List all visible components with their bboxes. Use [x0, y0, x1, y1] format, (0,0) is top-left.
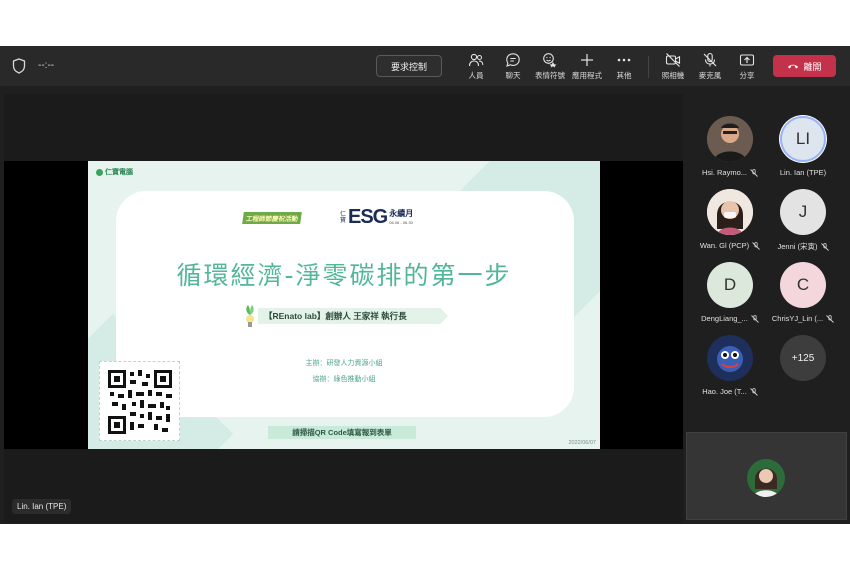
self-view[interactable] — [686, 432, 847, 520]
avatar: D — [707, 262, 753, 308]
avatar-photo — [707, 116, 753, 162]
people-button[interactable]: 人員 — [456, 51, 496, 83]
company-logo-text: 仁寶電腦 — [105, 169, 133, 176]
qr-code-icon — [108, 370, 172, 434]
participant-tile[interactable]: Wan. Gl (PCP) — [698, 189, 762, 250]
esg-mark: ESG — [348, 206, 388, 228]
speaker-banner: 【REnato lab】創辦人 王家祥 執行長 — [258, 308, 448, 324]
people-icon — [468, 53, 484, 67]
people-label: 人員 — [468, 71, 484, 80]
share-button[interactable]: 分享 — [727, 51, 767, 83]
request-control-button[interactable]: 要求控制 — [376, 55, 442, 77]
participant-name: Hao. Joe (T... — [702, 387, 747, 396]
participant-tile[interactable]: LI Lin. Ian (TPE) — [771, 116, 835, 177]
mic-off-icon — [752, 241, 760, 250]
participant-name: ChrisYJ_Lin (... — [771, 314, 824, 323]
participant-name: Wan. Gl (PCP) — [699, 241, 750, 250]
participant-name: Lin. Ian (TPE) — [779, 168, 827, 177]
share-icon — [739, 54, 755, 66]
leave-label: 離開 — [803, 61, 822, 72]
participant-tile[interactable]: J Jenni (宋寅) — [771, 189, 835, 252]
stage-area: 仁寶電腦 工程師節慶祝活動 仁寶 ESG 永續月 06.06 - 06.30 循… — [4, 94, 683, 523]
avatar-initials: C — [796, 275, 810, 294]
mic-off-icon — [749, 387, 758, 396]
self-avatar — [747, 459, 785, 497]
leave-button[interactable]: 離開 — [773, 55, 836, 77]
avatar-photo — [707, 189, 753, 235]
camera-off-icon — [665, 53, 681, 67]
meeting-window: --:-- 要求控制 人員 聊天 表情符號 應用程式 其他 照相機 麥克風 分享… — [0, 46, 850, 524]
camera-label: 照相機 — [661, 71, 685, 80]
share-label: 分享 — [739, 71, 755, 80]
avatar-initials: J — [798, 202, 808, 221]
avatar: LI — [780, 116, 826, 162]
participant-name: DengLiang_... — [701, 314, 748, 323]
avatar — [707, 335, 753, 381]
mic-button[interactable]: 麥克風 — [690, 51, 730, 83]
avatar — [707, 189, 753, 235]
reactions-icon — [543, 53, 557, 68]
overflow-count-text: +125 — [791, 352, 815, 364]
meeting-toolbar: --:-- 要求控制 人員 聊天 表情符號 應用程式 其他 照相機 麥克風 分享… — [0, 46, 850, 86]
participant-tile[interactable]: D DengLiang_... — [698, 262, 762, 323]
event-badge: 工程師節慶祝活動 — [242, 212, 302, 224]
slide-date: 2022/06/07 — [568, 440, 596, 446]
qr-code — [99, 361, 180, 441]
overflow-count: +125 — [780, 335, 826, 381]
more-label: 其他 — [616, 71, 632, 80]
reactions-button[interactable]: 表情符號 — [530, 51, 570, 83]
reactions-label: 表情符號 — [535, 71, 565, 80]
mic-off-icon — [703, 52, 717, 67]
participant-name: Jenni (宋寅) — [777, 242, 818, 251]
presentation-slide: 仁寶電腦 工程師節慶祝活動 仁寶 ESG 永續月 06.06 - 06.30 循… — [88, 161, 600, 449]
mic-off-icon — [751, 314, 759, 323]
lightbulb-icon — [246, 305, 254, 327]
presenter-name-tag: Lin. Ian (TPE) — [12, 499, 72, 514]
shield-icon — [12, 58, 26, 74]
esg-prefix: 仁寶 — [340, 211, 347, 224]
avatar: C — [780, 262, 826, 308]
logo-mark-icon — [96, 168, 103, 176]
company-logo: 仁寶電腦 — [96, 167, 133, 177]
mic-label: 麥克風 — [698, 71, 722, 80]
qr-prompt-banner: 請掃描QR Code填寫報到表單 — [268, 426, 416, 439]
esg-logo: 仁寶 ESG 永續月 06.06 - 06.30 — [340, 206, 413, 229]
participant-tile[interactable]: C ChrisYJ_Lin (... — [771, 262, 835, 323]
more-participants-tile[interactable]: +125 — [771, 335, 835, 381]
apps-label: 應用程式 — [572, 71, 602, 80]
chat-label: 聊天 — [505, 71, 521, 80]
mic-off-icon — [826, 314, 834, 323]
apps-button[interactable]: 應用程式 — [567, 51, 607, 83]
add-icon — [581, 54, 593, 66]
avatar-photo — [747, 459, 785, 497]
chat-button[interactable]: 聊天 — [493, 51, 533, 83]
avatar-photo — [707, 335, 753, 381]
participant-tile[interactable]: Hsi. Raymo... — [698, 116, 762, 177]
mic-off-icon — [820, 242, 829, 251]
esg-suffix: 永續月 — [389, 208, 414, 218]
more-icon — [617, 58, 631, 62]
more-button[interactable]: 其他 — [604, 51, 644, 83]
toolbar-divider — [648, 56, 649, 78]
mic-off-icon — [750, 168, 758, 177]
meeting-timer: --:-- — [38, 60, 55, 71]
esg-dates: 06.06 - 06.30 — [389, 219, 413, 225]
slide-title: 循環經濟-淨零碳排的第一步 — [176, 261, 512, 290]
avatar — [707, 116, 753, 162]
avatar-initials: LI — [795, 129, 811, 148]
participant-tile[interactable]: Hao. Joe (T... — [698, 335, 762, 396]
hang-up-icon — [788, 64, 799, 69]
camera-button[interactable]: 照相機 — [653, 51, 693, 83]
avatar-initials: D — [723, 275, 737, 294]
chat-icon — [506, 53, 520, 67]
participant-name: Hsi. Raymo... — [701, 168, 747, 177]
shared-screen: 仁寶電腦 工程師節慶祝活動 仁寶 ESG 永續月 06.06 - 06.30 循… — [4, 161, 683, 449]
avatar: J — [780, 189, 826, 235]
